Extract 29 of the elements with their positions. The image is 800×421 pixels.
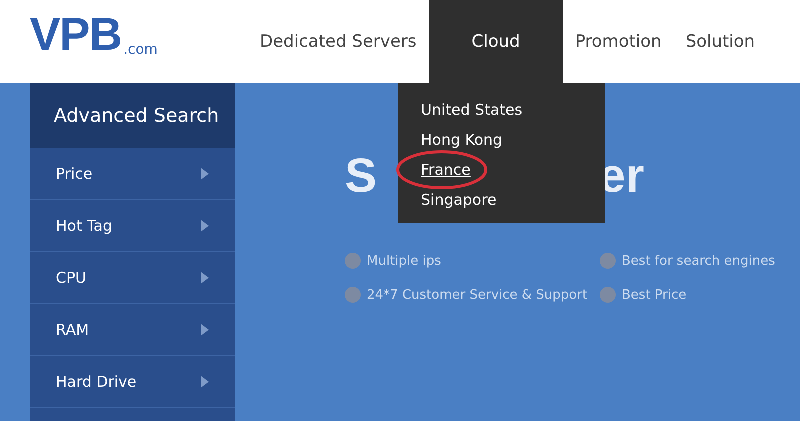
feature-text: Multiple ips [367,254,442,268]
feature-text: 24*7 Customer Service & Support [367,288,588,302]
hero-title: S [345,153,378,201]
feature-icon [345,287,361,303]
dropdown-item[interactable]: Singapore [421,187,497,217]
caret-icon [201,272,209,284]
sidebar-item[interactable]: Price [30,148,235,200]
nav-tab[interactable]: Cloud [428,0,564,83]
nav-tab[interactable]: Solution [674,0,768,83]
nav-tab[interactable]: Dedicated Servers [248,0,429,83]
feature-icon [600,287,616,303]
logo-suffix: .com [124,43,158,57]
feature-text: Best Price [622,288,687,302]
dropdown-item[interactable]: Hong Kong [421,127,503,157]
logo-mark: VPB [30,11,122,57]
dropdown-item[interactable]: United States [421,97,523,127]
caret-icon [201,220,209,232]
sidebar-item[interactable]: Hard Drive [30,356,235,408]
sidebar-item[interactable]: RAM [30,304,235,356]
sidebar-item[interactable]: Hot Tag [30,200,235,252]
feature-icon [600,253,616,269]
sidebar-title: Advanced Search [30,83,235,148]
nav-tab[interactable]: Promotion [563,0,674,83]
caret-icon [201,324,209,336]
caret-icon [201,376,209,388]
caret-icon [201,168,209,180]
sidebar-item[interactable]: CPU [30,252,235,304]
feature-text: Best for search engines [622,254,776,268]
feature-icon [345,253,361,269]
